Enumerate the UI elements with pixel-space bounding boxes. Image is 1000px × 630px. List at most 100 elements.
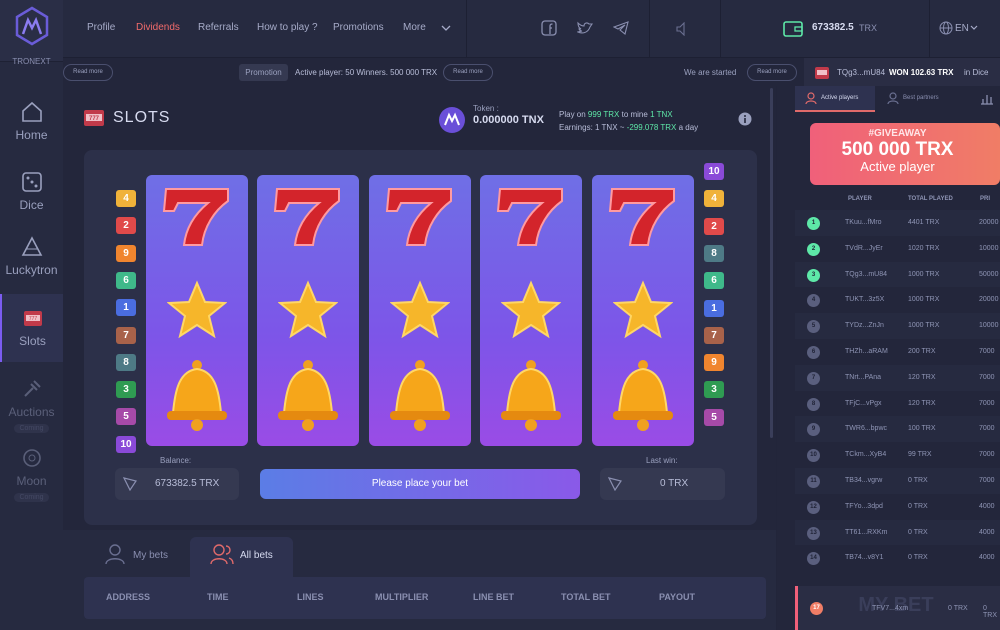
seven-symbol-icon — [385, 188, 452, 246]
line-number-badge[interactable]: 9 — [704, 354, 724, 372]
main-scrollbar[interactable] — [770, 88, 773, 438]
pyramid-icon — [21, 236, 42, 256]
language-select[interactable]: EN — [955, 23, 969, 34]
row-played: 100 TRX — [908, 425, 936, 433]
star-symbol-icon — [612, 280, 674, 339]
rank-badge: 1 — [807, 217, 820, 230]
rank-badge: 17 — [810, 602, 823, 615]
panel-gutter — [777, 86, 795, 630]
svg-text:777: 777 — [89, 116, 100, 122]
reel — [480, 175, 582, 446]
line-number-badge[interactable]: 2 — [116, 217, 136, 235]
rank-badge: 13 — [807, 526, 820, 540]
read-more-button[interactable]: Read more — [443, 64, 493, 81]
line-number-badge[interactable]: 2 — [704, 217, 724, 235]
rank-badge: 8 — [807, 397, 820, 411]
line-number-badge[interactable]: 3 — [116, 381, 136, 399]
leaderboard-row: 5 TYDz...ZnJn 1000 TRX 10000 — [795, 313, 1000, 340]
row-prize: 10000 — [979, 244, 999, 252]
tron-icon — [123, 477, 137, 491]
leaderboard-row: 1 TKuu...fMro 4401 TRX 20000 — [795, 210, 1000, 236]
balance-field: 673382.5 TRX — [115, 468, 239, 500]
chevron-down-icon[interactable] — [970, 25, 978, 31]
info-icon[interactable] — [738, 112, 752, 126]
twitter-icon[interactable] — [577, 21, 593, 35]
row-played: 200 TRX — [908, 348, 936, 355]
home-icon — [21, 101, 42, 122]
brand-logo[interactable]: TRONEXT — [0, 0, 63, 66]
star-symbol-icon — [500, 280, 562, 339]
line-number-badge[interactable]: 6 — [116, 271, 136, 289]
row-prize: 7000 — [979, 477, 995, 484]
reel — [592, 175, 694, 446]
tab-all-bets[interactable]: All bets — [190, 537, 293, 577]
line-number-badge[interactable]: 5 — [116, 408, 136, 426]
line-number-badge[interactable]: 7 — [704, 326, 724, 344]
nav-promotions[interactable]: Promotions — [333, 22, 384, 33]
win-feed: TQg3...mU84 WON 102.63 TRX in Dice — [804, 58, 1000, 86]
sidebar-item-label: Luckytron — [5, 263, 58, 277]
row-player: THZh...aRAM — [845, 348, 888, 355]
row-played: 1000 TRX — [908, 296, 940, 304]
row-player: TNrt...PAna — [845, 373, 882, 381]
rank-badge: 14 — [807, 552, 820, 566]
line-number-badge[interactable]: 7 — [116, 326, 136, 344]
nav-profile[interactable]: Profile — [87, 22, 115, 33]
row-player: TB74...v8Y1 — [845, 554, 884, 562]
nav-more[interactable]: More — [403, 22, 426, 33]
sidebar-item-auctions: Auctions Coming — [0, 377, 63, 433]
row-played: 0 TRX — [908, 502, 928, 510]
place-bet-button[interactable]: Please place your bet — [260, 469, 580, 499]
chart-icon[interactable] — [980, 92, 994, 105]
promotion-text: Active player: 50 Winners. 500 000 TRX — [295, 68, 438, 77]
line-number-badge[interactable]: 1 — [116, 299, 136, 317]
facebook-icon[interactable] — [541, 20, 557, 36]
tab-best-partners[interactable]: Best partners — [877, 86, 967, 112]
tab-active-players[interactable]: Active players — [795, 86, 875, 112]
globe-icon[interactable] — [939, 21, 953, 35]
leaderboard-row: 2 TVdR...JyEr 1020 TRX 10000 — [795, 235, 1000, 262]
sound-icon[interactable] — [676, 22, 688, 36]
sidebar-item-luckytron[interactable]: Luckytron — [0, 235, 63, 277]
row-player: TB34...vgrw — [845, 477, 883, 484]
sidebar-item-dice[interactable]: Dice — [0, 170, 63, 212]
line-number-badge[interactable]: 4 — [116, 190, 136, 207]
line-number-badge[interactable]: 1 — [704, 299, 724, 317]
rank-badge: 12 — [807, 500, 820, 514]
leaderboard-row: 7 TNrt...PAna 120 TRX 7000 — [795, 364, 1000, 391]
row-player: TCkm...XyB4 — [845, 451, 887, 459]
bets-table-header: ADDRESS TIME LINES MULTIPLIER LINE BET T… — [84, 577, 766, 619]
nav-dividends[interactable]: Dividends — [136, 22, 180, 33]
sidebar-item-home[interactable]: Home — [0, 100, 63, 142]
row-player: TUKT...3z5X — [845, 296, 885, 304]
telegram-icon[interactable] — [613, 21, 629, 35]
sidebar-item-label: Home — [15, 128, 48, 142]
leaderboard-row: 6 THZh...aRAM 200 TRX 7000 — [795, 339, 1000, 365]
line-number-badge[interactable]: 4 — [704, 190, 724, 208]
chevron-down-icon[interactable] — [441, 24, 451, 32]
read-more-button[interactable]: Read more — [63, 64, 113, 81]
line-number-badge[interactable]: 8 — [704, 244, 724, 262]
giveaway-banner[interactable]: #GIVEAWAY 500 000 TRX Active player — [810, 123, 1000, 185]
line-number-badge[interactable]: 10 — [704, 163, 724, 180]
row-prize: 20000 — [979, 296, 999, 304]
row-prize: 7000 — [979, 348, 995, 355]
line-number-badge[interactable]: 8 — [116, 353, 136, 371]
line-number-badge[interactable]: 3 — [704, 381, 724, 399]
sidebar-item-label: Moon — [16, 474, 47, 488]
rank-badge: 5 — [807, 320, 820, 334]
last-win-label: Last win: — [646, 456, 678, 465]
nav-how-to-play[interactable]: How to play ? — [257, 22, 318, 33]
line-number-badge[interactable]: 9 — [116, 244, 136, 262]
line-number-badge[interactable]: 10 — [116, 435, 136, 453]
read-more-button[interactable]: Read more — [747, 64, 797, 81]
bell-symbol-icon — [501, 360, 561, 431]
sidebar-item-slots[interactable]: 777 Slots — [0, 294, 63, 362]
sidebar-item-moon: Moon Coming — [0, 446, 63, 502]
row-player: TKuu...fMro — [845, 219, 882, 226]
line-number-badge[interactable]: 6 — [704, 272, 724, 290]
row-player: TFYo...3dpd — [845, 502, 883, 510]
line-number-badge[interactable]: 5 — [704, 408, 724, 426]
nav-referrals[interactable]: Referrals — [198, 22, 239, 33]
balance-value: 673382.5 TRX — [155, 478, 220, 489]
